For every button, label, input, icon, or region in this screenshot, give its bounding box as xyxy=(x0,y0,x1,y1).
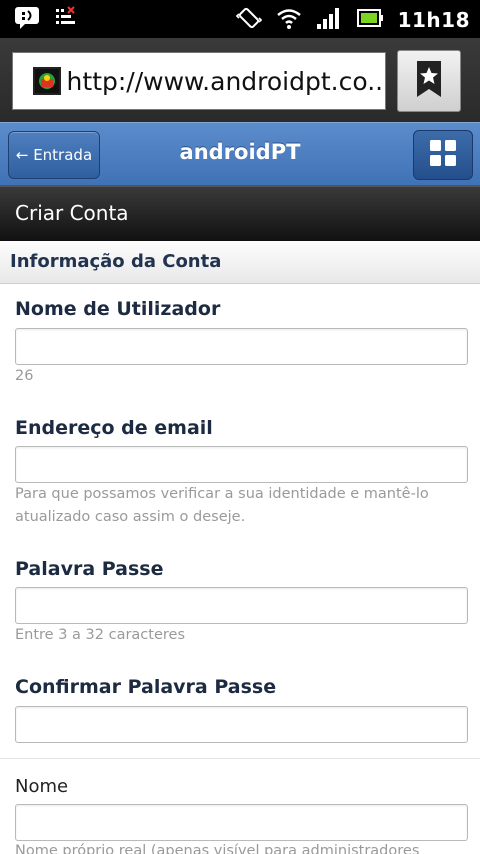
name-input[interactable] xyxy=(15,804,468,841)
browser-toolbar: http://www.androidpt.co... xyxy=(0,38,480,122)
clock-time: 11h18 xyxy=(397,8,470,32)
site-title: androidPT xyxy=(179,140,301,164)
page-title-bar: Criar Conta xyxy=(0,186,480,241)
bookmark-button[interactable] xyxy=(397,50,461,112)
email-label: Endereço de email xyxy=(15,417,213,439)
password-input[interactable] xyxy=(15,587,468,624)
username-label: Nome de Utilizador xyxy=(15,298,221,320)
bookmark-star-icon xyxy=(411,59,447,103)
site-favicon-icon xyxy=(33,67,61,95)
email-hint: Para que possamos verificar a sua identi… xyxy=(15,486,429,525)
confirm-password-label: Confirmar Palavra Passe xyxy=(15,676,277,698)
username-input[interactable] xyxy=(15,328,468,365)
email-input[interactable] xyxy=(15,446,468,483)
site-header: ← Entrada androidPT xyxy=(0,122,480,186)
confirm-password-input[interactable] xyxy=(15,706,468,743)
grid-icon xyxy=(429,139,457,171)
name-label: Nome xyxy=(15,776,69,797)
menu-button[interactable] xyxy=(413,130,473,180)
status-bar: 11h18 xyxy=(0,0,480,38)
url-text: http://www.androidpt.co... xyxy=(66,66,385,96)
password-hint: Entre 3 a 32 caracteres xyxy=(15,627,185,643)
vibrate-icon xyxy=(235,5,262,35)
section-title: Informação da Conta xyxy=(10,251,222,272)
username-hint: 26 xyxy=(15,368,34,384)
url-field[interactable]: http://www.androidpt.co... xyxy=(12,52,386,110)
name-hint: Nome próprio real (apenas visível para a… xyxy=(15,843,420,854)
divider xyxy=(0,758,480,759)
section-header: Informação da Conta xyxy=(0,241,480,284)
signal-icon xyxy=(316,6,342,34)
password-label: Palavra Passe xyxy=(15,558,164,580)
notification-icon xyxy=(14,6,40,34)
page-title: Criar Conta xyxy=(15,201,129,225)
wifi-icon xyxy=(276,6,302,34)
battery-icon xyxy=(356,7,384,33)
usb-debug-icon xyxy=(54,6,78,34)
